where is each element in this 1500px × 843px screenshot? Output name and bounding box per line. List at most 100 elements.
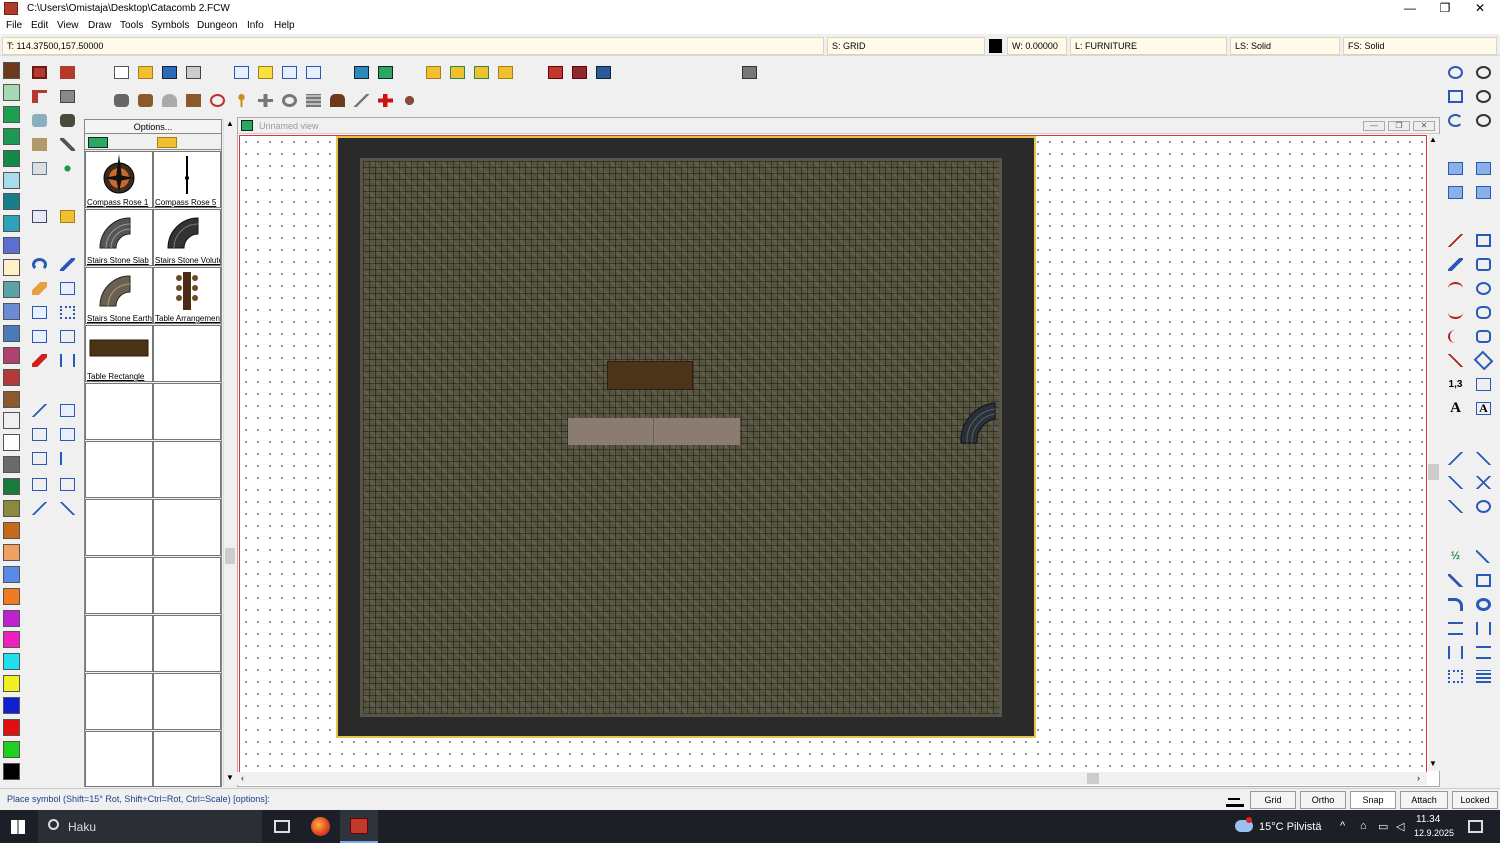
star-icon[interactable] [1472, 350, 1494, 371]
palette-color-swatch[interactable] [3, 62, 20, 79]
palette-color-swatch[interactable] [3, 368, 20, 386]
settings-tools-icon[interactable] [56, 134, 78, 154]
map-settings-button[interactable] [28, 158, 50, 178]
symbol-stairs-stone-volute[interactable]: Stairs Stone Volute [153, 209, 221, 266]
symbol-empty-slot[interactable] [153, 441, 221, 498]
ortho-toggle-button[interactable]: Ortho [1300, 791, 1346, 809]
symbol-empty-slot[interactable] [153, 615, 221, 672]
bench-symbol[interactable] [654, 418, 740, 445]
palette-color-swatch[interactable] [3, 631, 20, 649]
menu-tools[interactable]: Tools [120, 20, 143, 31]
rock-tool-button[interactable] [56, 110, 78, 130]
palette-color-swatch[interactable] [3, 346, 20, 364]
symbol-empty-slot[interactable] [153, 731, 221, 787]
hut-icon[interactable] [182, 90, 204, 110]
symbol-empty-slot[interactable] [153, 383, 221, 440]
palette-color-swatch[interactable] [3, 149, 20, 167]
stack-icon[interactable] [1472, 666, 1494, 686]
texture-tool-button[interactable] [28, 134, 50, 154]
dimension-icon[interactable] [1444, 448, 1466, 468]
palette-color-swatch[interactable] [3, 434, 20, 452]
palette-color-swatch[interactable] [3, 587, 20, 605]
symbol-stairs-stone-earth[interactable]: Stairs Stone Earth [85, 267, 153, 324]
import-icon[interactable] [350, 62, 372, 82]
mirror-icon[interactable] [56, 326, 78, 346]
move-icon[interactable] [28, 302, 50, 322]
taskbar-search-box[interactable]: Haku [38, 810, 262, 843]
notes-icon[interactable] [254, 62, 276, 82]
symbol-empty-slot[interactable] [85, 499, 153, 556]
healing-cross-icon[interactable] [374, 90, 396, 110]
scroll-thumb[interactable] [1428, 464, 1439, 480]
stairs-icon[interactable] [302, 90, 324, 110]
distribute-icon[interactable] [1472, 642, 1494, 662]
canvas-vertical-scrollbar[interactable]: ▲ ▼ [1428, 134, 1440, 771]
line-icon[interactable] [1444, 230, 1466, 250]
catalog-open-icon[interactable] [88, 137, 108, 148]
ellipse-icon[interactable] [1472, 302, 1494, 322]
group-icon[interactable] [1444, 182, 1466, 202]
close-button[interactable]: ✕ [1462, 0, 1498, 18]
catalog-icon[interactable] [422, 62, 444, 82]
new-file-icon[interactable] [110, 62, 132, 82]
scroll-down-icon[interactable]: ▼ [1429, 759, 1437, 768]
drawing-canvas[interactable] [239, 135, 1427, 773]
menu-draw[interactable]: Draw [88, 20, 111, 31]
undo-icon[interactable] [28, 254, 50, 274]
menu-file[interactable]: File [6, 20, 22, 31]
canvas-horizontal-scrollbar[interactable]: ‹ › [237, 772, 1427, 785]
line-style-field[interactable]: LS: Solid [1230, 37, 1340, 55]
locked-toggle-button[interactable]: Locked [1452, 791, 1498, 809]
menu-view[interactable]: View [57, 20, 79, 31]
arc-icon[interactable] [1444, 278, 1466, 298]
symbol-empty-slot[interactable] [153, 325, 221, 382]
mirror-vertical-icon[interactable] [1472, 618, 1494, 638]
rectangle-icon[interactable] [1472, 230, 1494, 250]
grid-toggle-button[interactable]: Grid [1250, 791, 1296, 809]
monster-icon[interactable] [398, 90, 420, 110]
bench-symbol[interactable] [568, 418, 654, 445]
circle-icon[interactable] [1472, 278, 1494, 298]
symbol-empty-slot[interactable] [153, 673, 221, 730]
palette-color-swatch[interactable] [3, 653, 20, 671]
folder-icon[interactable] [56, 206, 78, 226]
zoom-in-icon[interactable] [1472, 62, 1494, 82]
ankh-icon[interactable] [230, 90, 252, 110]
text-box-icon[interactable] [1472, 374, 1494, 394]
freehand-icon[interactable] [1444, 254, 1466, 274]
send-back-icon[interactable] [1472, 158, 1494, 178]
extend-icon[interactable] [28, 424, 50, 444]
palette-color-swatch[interactable] [3, 105, 20, 123]
symbol-empty-slot[interactable] [85, 731, 153, 787]
save-icon[interactable] [158, 62, 180, 82]
symbol-compass-rose-1[interactable]: Compass Rose 1 [85, 151, 153, 208]
symbol-empty-slot[interactable] [85, 673, 153, 730]
dungeon-blue-icon[interactable] [592, 62, 614, 82]
palette-color-swatch[interactable] [3, 412, 20, 430]
maximize-button[interactable]: ❐ [1427, 0, 1463, 18]
polygon-icon[interactable] [1472, 254, 1494, 274]
scroll-left-icon[interactable]: ‹ [241, 773, 244, 783]
redraw-icon[interactable] [1444, 110, 1466, 130]
menu-symbols[interactable]: Symbols [151, 20, 189, 31]
snap-intersect-icon[interactable] [1472, 472, 1494, 492]
symbol-empty-slot[interactable] [85, 557, 153, 614]
door-symbol-icon[interactable] [326, 90, 348, 110]
copy-icon[interactable] [28, 326, 50, 346]
palette-color-swatch[interactable] [3, 762, 20, 780]
curve-icon[interactable] [1444, 302, 1466, 322]
task-view-icon[interactable] [274, 820, 290, 833]
symbol-table-arrangement[interactable]: Table Arrangement [153, 267, 221, 324]
symbol-compass-rose-5[interactable]: Compass Rose 5 [153, 151, 221, 208]
dungeon-dark-icon[interactable] [568, 62, 590, 82]
mirror-horizontal-icon[interactable] [1444, 618, 1466, 638]
weather-text[interactable]: 15°C Pilvistä [1259, 821, 1321, 833]
sheets-icon[interactable] [302, 62, 324, 82]
view-close-button[interactable]: ✕ [1413, 121, 1435, 131]
menu-edit[interactable]: Edit [31, 20, 48, 31]
bring-front-icon[interactable] [1444, 158, 1466, 178]
dungeon-red-icon[interactable] [544, 62, 566, 82]
palette-color-swatch[interactable] [3, 719, 20, 736]
wall-segment-tool-button[interactable] [56, 62, 78, 82]
layer-field[interactable]: L: FURNITURE [1070, 37, 1227, 55]
